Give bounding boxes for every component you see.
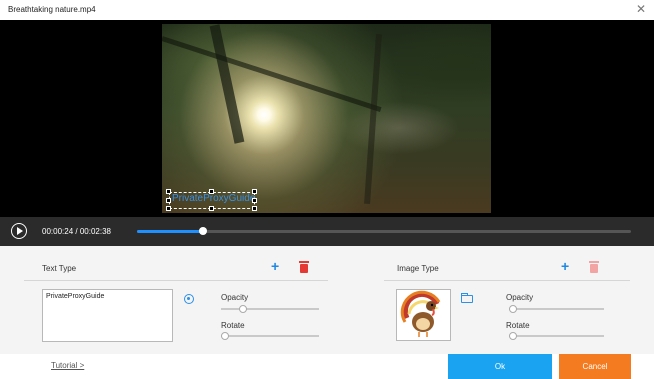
window-title: Breathtaking nature.mp4 [8, 5, 96, 14]
slider-handle[interactable] [509, 305, 517, 313]
resize-handle[interactable] [252, 189, 257, 194]
image-rotate-label: Rotate [506, 321, 530, 330]
cancel-button[interactable]: Cancel [559, 354, 631, 379]
add-text-icon[interactable]: + [271, 259, 279, 273]
time-separator: / [75, 227, 78, 236]
text-rotate-label: Rotate [221, 321, 245, 330]
resize-handle[interactable] [252, 206, 257, 211]
time-display: 00:00:24 / 00:02:38 [42, 227, 111, 236]
ok-button[interactable]: Ok [448, 354, 552, 379]
footer-bar: Tutorial > Ok Cancel [0, 354, 654, 379]
add-image-icon[interactable]: + [561, 259, 569, 273]
play-button[interactable] [11, 223, 27, 239]
watermark-panel: Text Type + Opacity Rotate Image Type + [0, 246, 654, 354]
tutorial-link[interactable]: Tutorial > [51, 361, 84, 370]
image-opacity-label: Opacity [506, 293, 534, 302]
watermark-text-input[interactable] [42, 289, 173, 342]
video-preview [162, 24, 491, 213]
text-rotate-slider[interactable] [221, 332, 319, 340]
tree-trunk-shape [364, 33, 382, 205]
tree-trunk-shape [209, 24, 245, 144]
divider [384, 280, 630, 281]
image-opacity-slider[interactable] [509, 305, 604, 313]
delete-text-icon[interactable] [299, 261, 309, 273]
seek-bar-handle[interactable] [199, 227, 208, 235]
turkey-image[interactable] [396, 289, 451, 341]
image-type-title: Image Type [397, 264, 439, 273]
resize-handle[interactable] [209, 206, 214, 211]
title-bar: Breathtaking nature.mp4 ✕ [0, 0, 654, 20]
delete-image-icon[interactable] [589, 261, 599, 273]
resize-handle[interactable] [252, 198, 257, 203]
current-time: 00:00:24 [42, 227, 74, 236]
resize-handle[interactable] [209, 189, 214, 194]
turkey-icon [400, 290, 441, 337]
divider [24, 280, 328, 281]
duration: 00:02:38 [79, 227, 111, 236]
resize-handle[interactable] [166, 206, 171, 211]
resize-handle[interactable] [166, 189, 171, 194]
close-icon[interactable]: ✕ [636, 2, 646, 16]
seek-bar[interactable] [137, 227, 631, 235]
slider-handle[interactable] [509, 332, 517, 340]
slider-handle[interactable] [238, 305, 247, 313]
resize-handle[interactable] [166, 198, 171, 203]
slider-handle[interactable] [221, 332, 229, 340]
position-target-icon[interactable] [184, 294, 194, 304]
branch-shape [162, 36, 382, 112]
seek-bar-progress [137, 230, 204, 233]
text-opacity-slider[interactable] [221, 305, 319, 313]
text-type-title: Text Type [42, 264, 77, 273]
text-opacity-label: Opacity [221, 293, 249, 302]
folder-open-icon[interactable] [461, 293, 473, 303]
playback-controls: 00:00:24 / 00:02:38 [0, 217, 654, 246]
video-player [0, 20, 654, 217]
text-overlay[interactable]: PrivateProxyGuide [172, 193, 255, 204]
image-rotate-slider[interactable] [509, 332, 604, 340]
